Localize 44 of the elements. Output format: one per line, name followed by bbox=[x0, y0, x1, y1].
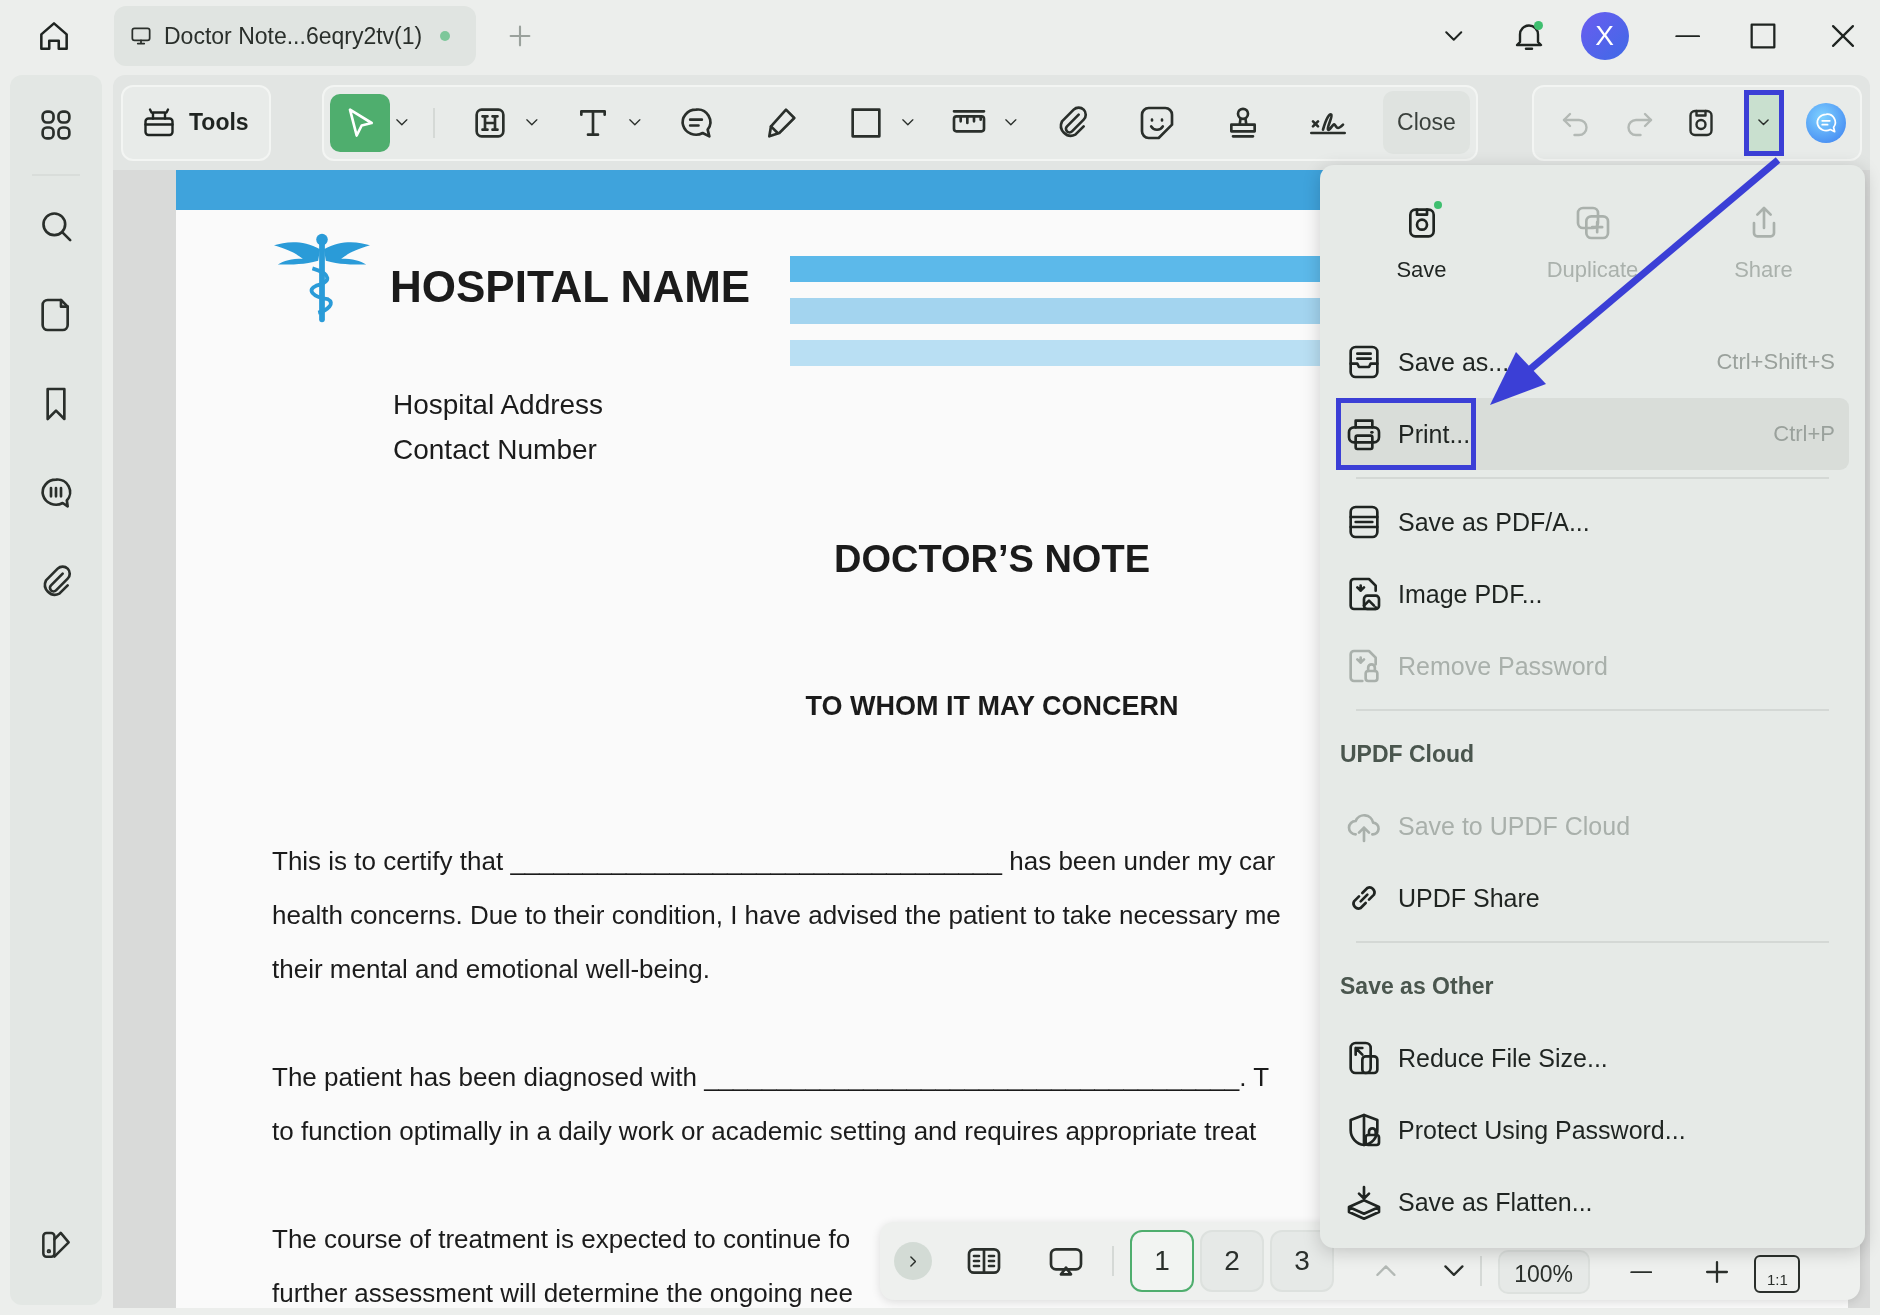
page-button[interactable]: 1 bbox=[1130, 1230, 1194, 1292]
body-text-line: health concerns. Due to their condition, I have advised the patient to take necessary me bbox=[272, 900, 1281, 930]
page-button[interactable]: 3 bbox=[1270, 1230, 1334, 1292]
menu-item[interactable]: Reduce File Size... bbox=[1336, 1022, 1849, 1094]
tools-button[interactable]: Tools bbox=[121, 84, 271, 161]
chevron-down-icon bbox=[1758, 119, 1769, 126]
actual-size-button[interactable]: 1:1 bbox=[1754, 1255, 1801, 1293]
menu-item[interactable]: Protect Using Password... bbox=[1336, 1094, 1849, 1166]
body-text-line: The patient has been diagnosed with _____________________________________. T bbox=[272, 1062, 1270, 1092]
expand-button[interactable] bbox=[894, 1242, 932, 1280]
body-text-line: This is to certify that __________________________________ has been under my car bbox=[272, 846, 1276, 876]
menu-item[interactable]: Save as Flatten... bbox=[1336, 1166, 1849, 1238]
body-text-line: to function optimally in a daily work or academic setting and requires appropriate treat bbox=[272, 1116, 1257, 1146]
zoom-field[interactable]: 100% bbox=[1497, 1250, 1590, 1294]
address-line: Hospital Address bbox=[393, 388, 604, 422]
chevron-down-icon[interactable] bbox=[1443, 1265, 1464, 1277]
shortcut-text: Ctrl+P bbox=[1773, 421, 1835, 447]
salutation: TO WHOM IT MAY CONCERN bbox=[805, 691, 1179, 722]
page-button[interactable]: 2 bbox=[1200, 1230, 1264, 1292]
shortcut-text: Ctrl+Shift+S bbox=[1716, 349, 1835, 375]
menu-item[interactable]: Print... Ctrl+P bbox=[1336, 398, 1849, 470]
tab-title: Doctor Note...6eqry2tv(1) bbox=[164, 22, 423, 50]
section-header: UPDF Cloud bbox=[1339, 739, 1476, 769]
document-tab[interactable]: Doctor Note...6eqry2tv(1) bbox=[114, 6, 476, 66]
menu-dropdown-button[interactable] bbox=[1743, 89, 1784, 156]
zoom-out-icon[interactable] bbox=[1629, 1270, 1653, 1274]
select-tool[interactable] bbox=[330, 93, 408, 152]
chevron-down-icon[interactable] bbox=[1445, 31, 1463, 41]
avatar[interactable]: X bbox=[1580, 12, 1629, 60]
minimize-icon[interactable] bbox=[1674, 34, 1700, 38]
chevron-right-icon bbox=[909, 1255, 917, 1267]
body-text-line: further assessment will determine the ongoing nee bbox=[272, 1278, 853, 1308]
body-text-line: The course of treatment is expected to continue fo bbox=[272, 1224, 851, 1254]
section-header: Save as Other bbox=[1339, 971, 1495, 1001]
hospital-name: HOSPITAL NAME bbox=[390, 262, 752, 312]
menu-item[interactable]: UPDF Share bbox=[1336, 862, 1849, 934]
menu-item[interactable]: Save as PDF/A... bbox=[1336, 486, 1849, 558]
close-button[interactable]: Close bbox=[1383, 91, 1470, 154]
menu-item[interactable]: Image PDF... bbox=[1336, 558, 1849, 630]
menu-item[interactable]: Save as... Ctrl+Shift+S bbox=[1336, 326, 1849, 398]
address-line: Contact Number bbox=[393, 433, 597, 467]
body-text-line: their mental and emotional well-being. bbox=[272, 954, 710, 984]
save-button[interactable]: Save bbox=[1336, 203, 1507, 326]
document-title: DOCTOR’S NOTE bbox=[834, 538, 1150, 581]
